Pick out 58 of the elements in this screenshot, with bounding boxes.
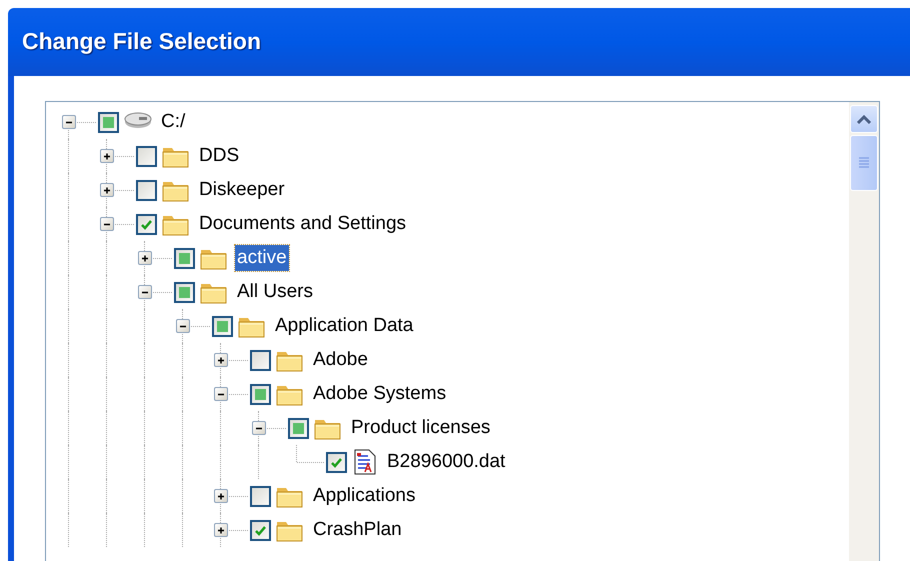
folder-name[interactable]: CrashPlan [311, 517, 404, 543]
window-title: Change File Selection [22, 26, 261, 56]
checkbox[interactable] [250, 350, 271, 370]
plus-icon [140, 254, 150, 263]
checkbox[interactable] [98, 112, 119, 132]
expand-button[interactable] [214, 489, 228, 503]
scrollbar[interactable] [849, 102, 879, 561]
plus-icon [216, 492, 226, 501]
plus-icon [102, 186, 112, 195]
expand-button[interactable] [138, 251, 152, 265]
checkbox[interactable] [136, 214, 157, 234]
checkbox[interactable] [136, 146, 157, 166]
plus-icon [102, 152, 112, 161]
checkbox[interactable] [288, 418, 309, 438]
expand-button[interactable] [214, 353, 228, 367]
partial-check-icon [293, 422, 304, 434]
plus-icon [216, 356, 226, 365]
file-name[interactable]: B2896000.dat [385, 449, 508, 475]
grip-icon [859, 157, 869, 169]
folder-name[interactable]: active [235, 245, 289, 271]
collapse-button[interactable] [214, 387, 228, 401]
folder-name[interactable]: Documents and Settings [197, 211, 408, 237]
checkbox[interactable] [136, 180, 157, 200]
partial-check-icon [255, 388, 266, 400]
expand-button[interactable] [100, 149, 114, 163]
checkbox[interactable] [174, 282, 195, 302]
expand-button[interactable] [214, 523, 228, 537]
folder-name[interactable]: All Users [235, 279, 316, 305]
folder-name[interactable]: C:/ [159, 109, 188, 135]
check-icon [140, 218, 153, 230]
check-icon [254, 524, 267, 536]
expand-button[interactable] [100, 183, 114, 197]
partial-check-icon [179, 252, 190, 264]
folder-name[interactable]: DDS [197, 143, 242, 169]
scroll-up-button[interactable] [850, 105, 878, 133]
check-icon [330, 456, 343, 468]
checkbox[interactable] [250, 384, 271, 404]
collapse-button[interactable] [176, 319, 190, 333]
partial-check-icon [179, 286, 190, 298]
checkbox[interactable] [250, 520, 271, 540]
folder-name[interactable]: Application Data [273, 313, 416, 339]
checkbox[interactable] [250, 486, 271, 506]
checkbox[interactable] [174, 248, 195, 268]
collapse-button[interactable] [138, 285, 152, 299]
partial-check-icon [103, 116, 114, 128]
plus-icon [216, 526, 226, 535]
folder-name[interactable]: Applications [311, 483, 418, 509]
checkbox[interactable] [326, 452, 347, 472]
folder-name[interactable]: Adobe Systems [311, 381, 448, 407]
folder-name[interactable]: Product licenses [349, 415, 492, 441]
collapse-button[interactable] [252, 421, 266, 435]
partial-check-icon [217, 320, 228, 332]
checkbox[interactable] [212, 316, 233, 336]
folder-name[interactable]: Adobe [311, 347, 370, 373]
folder-name[interactable]: Diskeeper [197, 177, 287, 203]
scroll-thumb[interactable] [850, 135, 878, 191]
collapse-button[interactable] [100, 217, 114, 231]
collapse-button[interactable] [62, 115, 76, 129]
